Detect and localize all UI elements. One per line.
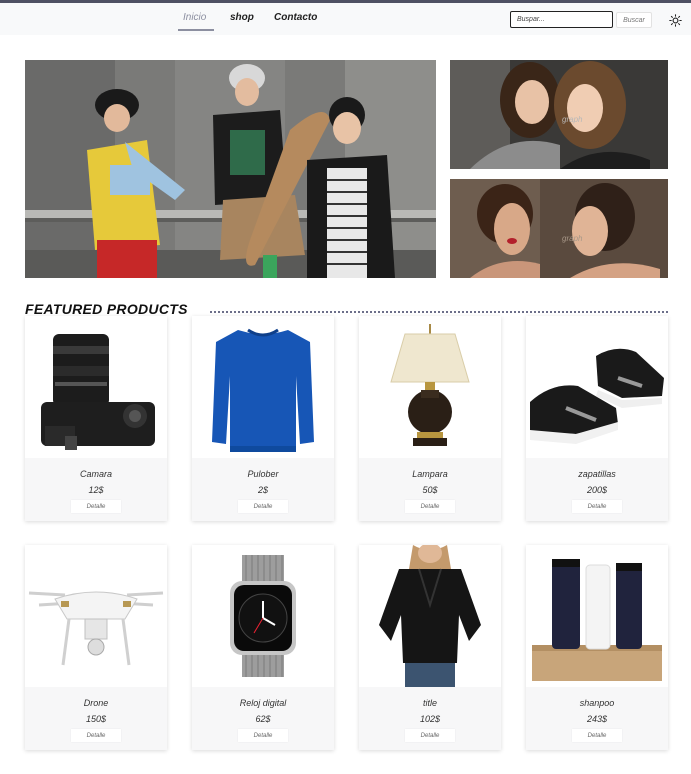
product-price: 102$ [419, 714, 441, 724]
sun-icon[interactable] [669, 14, 682, 27]
product-name: Lampara [412, 469, 448, 479]
product-card[interactable]: Drone 150$ Detalle [25, 545, 167, 750]
product-price: 150$ [85, 714, 107, 724]
product-name: Pulober [247, 469, 279, 479]
product-info: Reloj digital 62$ Detalle [192, 687, 334, 750]
product-name: Camara [79, 469, 112, 479]
hero-banner-image[interactable] [25, 60, 436, 278]
product-name: Reloj digital [239, 698, 287, 708]
product-card[interactable]: Pulober 2$ Detalle [192, 316, 334, 521]
product-image-watch[interactable] [192, 545, 334, 687]
detail-button[interactable]: Detalle [572, 500, 622, 513]
detail-button[interactable]: Detalle [405, 500, 455, 513]
product-info: title 102$ Detalle [359, 687, 501, 750]
promo-image-bottom[interactable]: graph [450, 179, 668, 278]
product-card[interactable]: title 102$ Detalle [359, 545, 501, 750]
detail-button[interactable]: Detalle [71, 500, 121, 513]
product-image-blouse[interactable] [359, 545, 501, 687]
section-title: FEATURED PRODUCTS [25, 301, 188, 317]
product-info: Lampara 50$ Detalle [359, 458, 501, 521]
product-price: 200$ [586, 485, 608, 495]
product-price: 62$ [255, 714, 271, 724]
product-info: shanpoo 243$ Detalle [526, 687, 668, 750]
nav-link-contacto[interactable]: Contacto [274, 12, 317, 23]
product-image-shampoo[interactable] [526, 545, 668, 687]
product-price: 50$ [422, 485, 438, 495]
section-divider [210, 311, 668, 313]
product-card[interactable]: Reloj digital 62$ Detalle [192, 545, 334, 750]
detail-button[interactable]: Detalle [405, 729, 455, 742]
product-info: Camara 12$ Detalle [25, 458, 167, 521]
product-price: 12$ [88, 485, 104, 495]
product-image-camera[interactable] [25, 316, 167, 458]
product-info: Drone 150$ Detalle [25, 687, 167, 750]
product-image-drone[interactable] [25, 545, 167, 687]
product-name: Drone [83, 698, 109, 708]
active-nav-underline [178, 29, 214, 31]
product-card[interactable]: shanpoo 243$ Detalle [526, 545, 668, 750]
product-price: 2$ [257, 485, 268, 495]
product-card[interactable]: zapatillas 200$ Detalle [526, 316, 668, 521]
product-info: zapatillas 200$ Detalle [526, 458, 668, 521]
product-image-sweater[interactable] [192, 316, 334, 458]
watermark-text: graph [562, 115, 583, 124]
product-name: title [422, 698, 437, 708]
product-price: 243$ [586, 714, 608, 724]
search-input[interactable] [510, 11, 613, 28]
product-info: Pulober 2$ Detalle [192, 458, 334, 521]
product-name: zapatillas [578, 469, 616, 479]
nav-link-inicio[interactable]: Inicio [183, 12, 206, 23]
detail-button[interactable]: Detalle [71, 729, 121, 742]
product-card[interactable]: Camara 12$ Detalle [25, 316, 167, 521]
product-name: shanpoo [579, 698, 615, 708]
watermark-text: graph [562, 234, 583, 243]
promo-image-top[interactable]: graph [450, 60, 668, 169]
detail-button[interactable]: Detalle [572, 729, 622, 742]
navbar: Inicio shop Contacto Buscar [0, 3, 691, 35]
detail-button[interactable]: Detalle [238, 500, 288, 513]
search-button[interactable]: Buscar [616, 12, 652, 28]
detail-button[interactable]: Detalle [238, 729, 288, 742]
product-image-sneakers[interactable] [526, 316, 668, 458]
nav-link-shop[interactable]: shop [230, 12, 254, 23]
product-image-lamp[interactable] [359, 316, 501, 458]
product-card[interactable]: Lampara 50$ Detalle [359, 316, 501, 521]
